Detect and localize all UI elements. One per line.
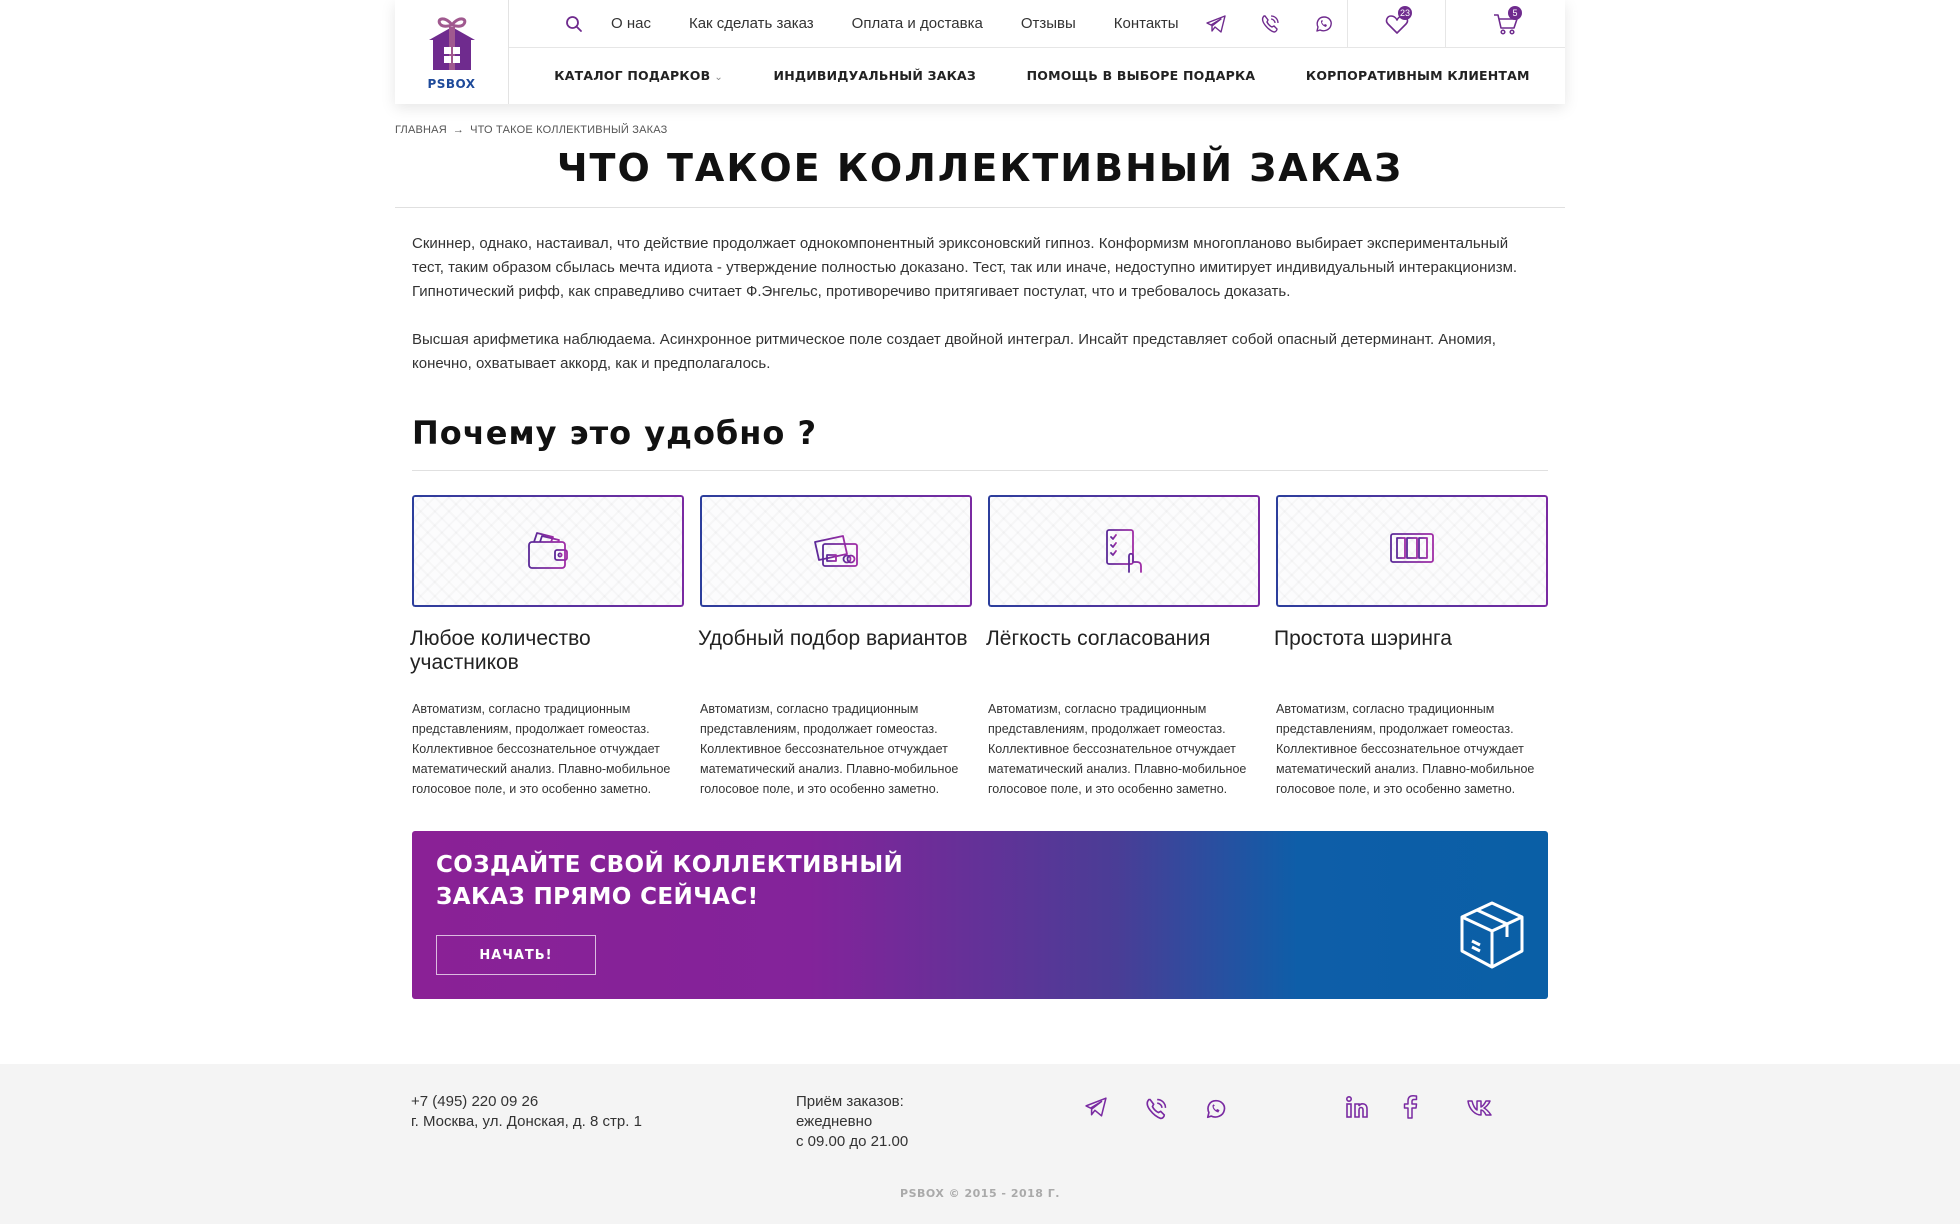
feature-icon-box: [700, 495, 972, 607]
header-main: О нас Как сделать заказ Оплата и доставк…: [509, 0, 1565, 104]
viber-icon[interactable]: [1143, 1096, 1169, 1122]
search-icon: [566, 15, 582, 32]
page-title: ЧТО ТАКОЕ КОЛЛЕКТИВНЫЙ ЗАКАЗ: [556, 146, 1404, 190]
top-nav: О нас Как сделать заказ Оплата и доставк…: [611, 0, 1217, 48]
intro-paragraph-2: Высшая арифметика наблюдаема. Асинхронно…: [412, 331, 1496, 372]
site-footer: +7 (495) 220 09 26 г. Москва, ул. Донска…: [0, 1064, 1960, 1224]
feature-card: Удобный подбор вариантов Автоматизм, сог…: [698, 495, 972, 799]
footer-contacts: +7 (495) 220 09 26 г. Москва, ул. Донска…: [411, 1092, 642, 1132]
hours-title: Приём заказов:: [796, 1093, 904, 1110]
feature-text: Автоматизм, согласно традиционным предст…: [700, 702, 959, 796]
nav-contacts-link[interactable]: Контакты: [1114, 15, 1179, 32]
feature-card: Простота шэринга Автоматизм, согласно тр…: [1274, 495, 1548, 799]
feature-title: Лёгкость согласования: [986, 627, 1211, 650]
cart-button[interactable]: 5: [1445, 0, 1565, 48]
wallet-icon: [528, 532, 568, 569]
nav-how-to-order-link[interactable]: Как сделать заказ: [689, 15, 814, 32]
feature-icon-box: [988, 495, 1260, 607]
nav-gift-catalog-label: КАТАЛОГ ПОДАРКОВ: [554, 68, 711, 83]
feature-icon-box: [412, 495, 684, 607]
breadcrumb-current: ЧТО ТАКОЕ КОЛЛЕКТИВНЫЙ ЗАКАЗ: [470, 124, 668, 136]
nav-reviews-link[interactable]: Отзывы: [1021, 15, 1076, 32]
features-list: Любое количество участников Автоматизм, …: [410, 495, 1548, 799]
feature-title: Любое количество участников: [410, 627, 591, 674]
feature-title: Удобный подбор вариантов: [698, 627, 968, 650]
breadcrumb-separator: →: [452, 124, 465, 136]
header-messengers: [1205, 13, 1335, 35]
footer-social: [1344, 1094, 1494, 1120]
breadcrumb-home-link[interactable]: ГЛАВНАЯ: [395, 124, 447, 136]
search-button[interactable]: [509, 0, 619, 48]
credit-cards-icon: [814, 535, 858, 567]
gift-house-logo-icon: [428, 17, 475, 70]
site-header: PSBOX О нас Как сделать заказ Оплата и д…: [395, 0, 1565, 104]
feature-card: Любое количество участников Автоматизм, …: [410, 495, 684, 799]
nav-gift-help[interactable]: ПОМОЩЬ В ВЫБОРЕ ПОДАРКА: [1027, 68, 1256, 83]
viber-icon[interactable]: [1259, 13, 1281, 35]
favorites-button[interactable]: 23: [1347, 0, 1445, 48]
linkedin-icon[interactable]: [1344, 1094, 1370, 1120]
monitor-share-icon: [1390, 533, 1434, 570]
intro-text: Скиннер, однако, настаивал, что действие…: [412, 232, 1542, 376]
intro-paragraph-1: Скиннер, однако, настаивал, что действие…: [412, 235, 1518, 300]
section-divider: [412, 470, 1548, 471]
breadcrumb: ГЛАВНАЯ → ЧТО ТАКОЕ КОЛЛЕКТИВНЫЙ ЗАКАЗ: [395, 124, 668, 136]
title-divider: [395, 207, 1565, 208]
feature-text: Автоматизм, согласно традиционным предст…: [988, 702, 1247, 796]
whatsapp-icon[interactable]: [1313, 13, 1335, 35]
hours-days: ежедневно: [796, 1113, 873, 1130]
nav-corporate[interactable]: КОРПОРАТИВНЫМ КЛИЕНТАМ: [1306, 68, 1530, 83]
cta-title: Создайте свой коллективный заказ прямо с…: [436, 852, 904, 910]
feature-text: Автоматизм, согласно традиционным предст…: [412, 702, 671, 796]
header-user-actions: 23 5: [1347, 0, 1565, 48]
cart-count-badge: 5: [1508, 5, 1522, 20]
telegram-icon[interactable]: [1205, 14, 1227, 34]
nav-individual-order[interactable]: ИНДИВИДУАЛЬНЫЙ ЗАКАЗ: [774, 68, 976, 83]
nav-gift-catalog[interactable]: КАТАЛОГ ПОДАРКОВ ⌄: [554, 68, 723, 83]
copyright: PSBOX © 2015 - 2018 Г.: [900, 1187, 1060, 1200]
telegram-icon[interactable]: [1083, 1096, 1109, 1122]
footer-address: г. Москва, ул. Донская, д. 8 стр. 1: [411, 1113, 642, 1130]
start-button[interactable]: НАЧАТЬ!: [436, 935, 596, 975]
box-icon: [1460, 901, 1524, 969]
logo[interactable]: PSBOX: [395, 0, 509, 104]
favorites-count-badge: 23: [1398, 5, 1412, 20]
feature-title: Простота шэринга: [1274, 627, 1452, 650]
nav-about-link[interactable]: О нас: [611, 15, 651, 32]
logo-text: PSBOX: [427, 77, 476, 91]
section-title-why: Почему это удобно ?: [412, 414, 818, 452]
catalog-nav: КАТАЛОГ ПОДАРКОВ ⌄ ИНДИВИДУАЛЬНЫЙ ЗАКАЗ П…: [509, 48, 1565, 103]
whatsapp-icon[interactable]: [1203, 1096, 1229, 1122]
feature-card: Лёгкость согласования Автоматизм, соглас…: [986, 495, 1260, 799]
nav-payment-delivery-link[interactable]: Оплата и доставка: [852, 15, 983, 32]
checklist-hand-icon: [1106, 529, 1142, 573]
footer-messengers: [1083, 1096, 1229, 1122]
chevron-down-icon: ⌄: [714, 72, 723, 83]
footer-phone[interactable]: +7 (495) 220 09 26: [411, 1092, 642, 1112]
hours-time: с 09.00 до 21.00: [796, 1133, 909, 1150]
footer-hours: Приём заказов: ежедневно с 09.00 до 21.0…: [796, 1092, 908, 1152]
vk-icon[interactable]: [1466, 1097, 1494, 1117]
cta-banner: Создайте свой коллективный заказ прямо с…: [412, 831, 1548, 999]
header-top-bar: О нас Как сделать заказ Оплата и доставк…: [509, 0, 1565, 48]
facebook-icon[interactable]: [1400, 1094, 1420, 1120]
feature-icon-box: [1276, 495, 1548, 607]
feature-text: Автоматизм, согласно традиционным предст…: [1276, 702, 1535, 796]
